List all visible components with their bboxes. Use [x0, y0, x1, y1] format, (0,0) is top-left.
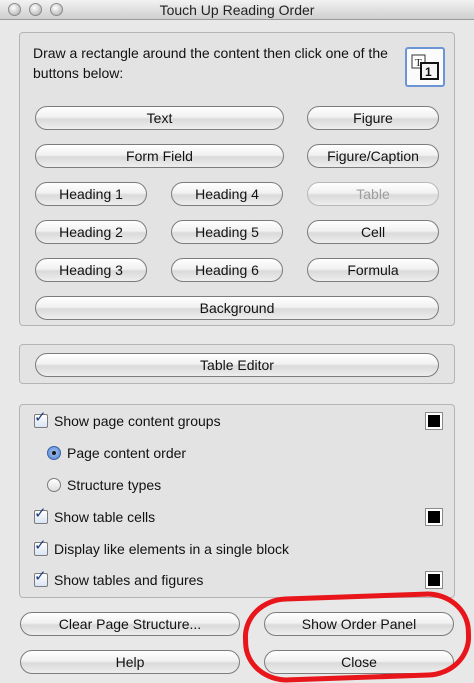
background-button[interactable]: Background	[35, 296, 439, 320]
title-bar: Touch Up Reading Order	[0, 0, 474, 20]
help-button[interactable]: Help	[20, 650, 240, 674]
cell-button[interactable]: Cell	[307, 220, 439, 244]
show-page-content-groups-label: Show page content groups	[54, 413, 221, 429]
heading-5-button[interactable]: Heading 5	[171, 220, 283, 244]
structure-types-radio[interactable]	[47, 478, 61, 492]
table-button[interactable]: Table	[307, 182, 439, 206]
page-content-order-radio[interactable]	[47, 446, 61, 460]
show-page-content-groups-checkbox[interactable]: ✓	[34, 410, 48, 428]
clear-page-structure-button[interactable]: Clear Page Structure...	[20, 612, 240, 636]
svg-text:1: 1	[425, 65, 432, 79]
tables-and-figures-color-swatch[interactable]	[425, 571, 443, 589]
text-button[interactable]: Text	[35, 106, 284, 130]
figure-button[interactable]: Figure	[307, 106, 439, 130]
show-tables-and-figures-option[interactable]: ✓ Show tables and figures	[34, 569, 204, 590]
touch-up-tool-icon[interactable]: T 1	[405, 47, 445, 87]
table-editor-button[interactable]: Table Editor	[35, 353, 439, 377]
checkmark-icon: ✓	[34, 409, 47, 426]
form-field-button[interactable]: Form Field	[35, 144, 284, 168]
show-tables-and-figures-checkbox[interactable]: ✓	[34, 569, 48, 587]
display-like-elements-label: Display like elements in a single block	[54, 541, 289, 557]
heading-2-button[interactable]: Heading 2	[35, 220, 147, 244]
show-order-panel-button[interactable]: Show Order Panel	[264, 612, 454, 636]
structure-types-option[interactable]: Structure types	[47, 475, 161, 495]
show-page-content-groups-option[interactable]: ✓ Show page content groups	[34, 410, 221, 431]
show-table-cells-option[interactable]: ✓ Show table cells	[34, 506, 156, 527]
table-cells-color-swatch[interactable]	[425, 508, 443, 526]
heading-6-button[interactable]: Heading 6	[171, 258, 283, 282]
formula-button[interactable]: Formula	[307, 258, 439, 282]
page-content-order-option[interactable]: Page content order	[47, 443, 186, 463]
window-title: Touch Up Reading Order	[159, 2, 315, 18]
show-table-cells-checkbox[interactable]: ✓	[34, 506, 48, 524]
checkmark-icon: ✓	[34, 505, 47, 522]
heading-3-button[interactable]: Heading 3	[35, 258, 147, 282]
figure-caption-button[interactable]: Figure/Caption	[307, 144, 439, 168]
show-tables-and-figures-label: Show tables and figures	[54, 572, 204, 588]
page-content-order-label: Page content order	[67, 445, 187, 461]
instructions-text: Draw a rectangle around the content then…	[33, 45, 388, 81]
checkmark-icon: ✓	[34, 537, 47, 554]
structure-types-label: Structure types	[67, 477, 162, 493]
close-button[interactable]: Close	[264, 650, 454, 674]
checkmark-icon: ✓	[34, 568, 47, 585]
options-panel	[19, 404, 455, 598]
display-like-elements-checkbox[interactable]: ✓	[34, 538, 48, 556]
display-like-elements-option[interactable]: ✓ Display like elements in a single bloc…	[34, 538, 289, 559]
heading-1-button[interactable]: Heading 1	[35, 182, 147, 206]
heading-4-button[interactable]: Heading 4	[171, 182, 283, 206]
show-table-cells-label: Show table cells	[54, 509, 156, 525]
page-content-groups-color-swatch[interactable]	[425, 412, 443, 430]
